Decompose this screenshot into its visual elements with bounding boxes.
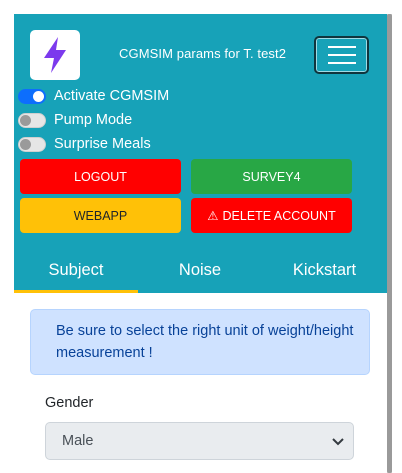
delete-account-label: DELETE ACCOUNT — [222, 208, 336, 223]
page-title: CGMSIM params for T. test2 — [119, 46, 287, 61]
gender-label: Gender — [45, 395, 94, 411]
delete-account-button[interactable]: ⚠ DELETE ACCOUNT — [191, 198, 352, 233]
toggle-surprise-meals: Surprise Meals — [18, 134, 151, 154]
survey-button[interactable]: SURVEY4 — [191, 159, 352, 194]
tab-kickstart[interactable]: Kickstart — [262, 248, 387, 293]
toggle-activate-cgmsim: Activate CGMSIM — [18, 86, 169, 106]
pump-mode-switch[interactable] — [18, 112, 46, 128]
menu-toggle-button[interactable] — [314, 36, 369, 74]
unit-warning-alert: Be sure to select the right unit of weig… — [30, 309, 370, 375]
surprise-meals-switch[interactable] — [18, 136, 46, 152]
webapp-button[interactable]: WEBAPP — [20, 198, 181, 233]
scrollbar-thumb[interactable] — [387, 14, 392, 473]
chevron-down-icon — [332, 438, 344, 446]
scrollbar[interactable] — [387, 14, 392, 473]
app-logo[interactable] — [30, 30, 80, 80]
toggle-label: Surprise Meals — [54, 136, 151, 152]
gender-selected-value: Male — [62, 433, 94, 449]
activate-cgmsim-switch[interactable] — [18, 88, 46, 104]
toggle-label: Pump Mode — [54, 112, 133, 128]
gender-select[interactable]: Male — [45, 422, 354, 460]
tab-noise[interactable]: Noise — [138, 248, 262, 293]
hamburger-icon — [327, 46, 356, 64]
tab-subject[interactable]: Subject — [14, 248, 138, 293]
warning-icon: ⚠ — [207, 209, 219, 223]
navbar: CGMSIM params for T. test2 Activate CGMS… — [14, 14, 387, 293]
toggle-pump-mode: Pump Mode — [18, 110, 132, 130]
toggle-label: Activate CGMSIM — [54, 88, 170, 104]
logout-button[interactable]: LOGOUT — [20, 159, 181, 194]
tab-bar: Subject Noise Kickstart — [14, 248, 387, 293]
app-root: CGMSIM params for T. test2 Activate CGMS… — [14, 14, 387, 473]
lightning-bolt-icon — [44, 37, 66, 73]
